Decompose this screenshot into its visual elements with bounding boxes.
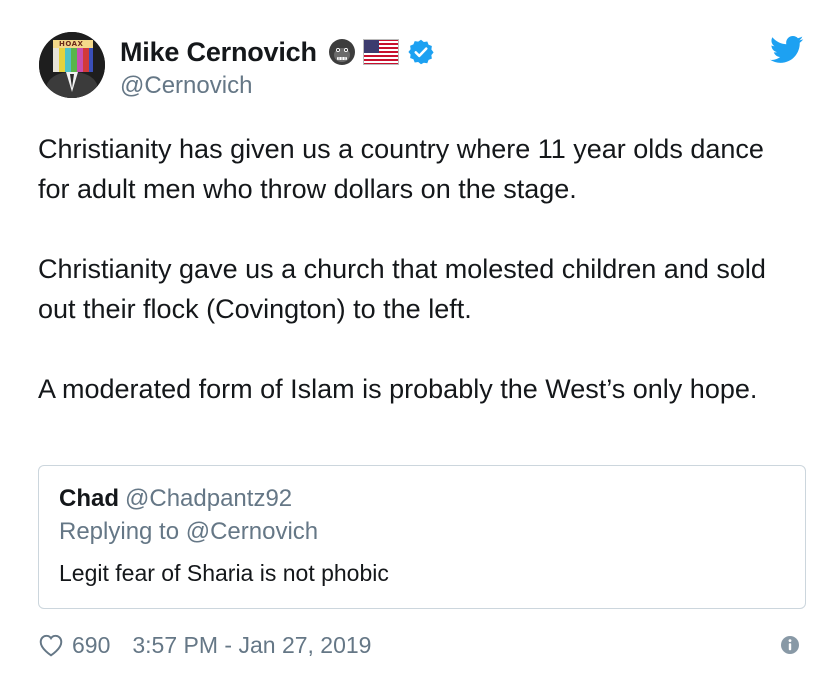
us-flag-icon <box>362 39 399 65</box>
gorilla-icon <box>327 37 357 67</box>
tweet-card: HOAX Mike Cernovich @Cernovich Christian… <box>0 0 828 674</box>
twitter-bird-icon[interactable] <box>770 36 804 69</box>
tweet-paragraph: Christianity gave us a church that moles… <box>38 254 766 324</box>
quoted-tweet[interactable]: Chad @Chadpantz92 Replying to @Cernovich … <box>38 465 806 609</box>
info-icon[interactable] <box>780 635 800 655</box>
tweet-paragraph: A moderated form of Islam is probably th… <box>38 374 758 404</box>
author-handle[interactable]: @Cernovich <box>120 72 252 100</box>
quoted-tweet-text: Legit fear of Sharia is not phobic <box>59 560 389 586</box>
tweet-footer: 690 3:57 PM - Jan 27, 2019 <box>38 630 371 660</box>
heart-icon[interactable] <box>38 633 64 657</box>
avatar-badge-text: HOAX <box>59 40 84 48</box>
quoted-author-name: Chad <box>59 485 119 512</box>
quoted-replying-to: Replying to @Cernovich <box>59 518 319 545</box>
tweet-timestamp[interactable]: 3:57 PM - Jan 27, 2019 <box>132 632 371 659</box>
quoted-tweet-author: Chad @Chadpantz92 <box>59 484 785 514</box>
avatar[interactable]: HOAX <box>39 32 105 98</box>
author-display-name[interactable]: Mike Cernovich <box>120 37 317 68</box>
verified-badge-icon <box>407 38 435 66</box>
tweet-paragraph: Christianity has given us a country wher… <box>38 134 764 204</box>
quoted-author-handle: @Chadpantz92 <box>125 485 293 512</box>
like-count[interactable]: 690 <box>72 632 110 659</box>
author-name-row: Mike Cernovich <box>120 34 435 70</box>
tweet-body: Christianity has given us a country wher… <box>38 129 798 409</box>
